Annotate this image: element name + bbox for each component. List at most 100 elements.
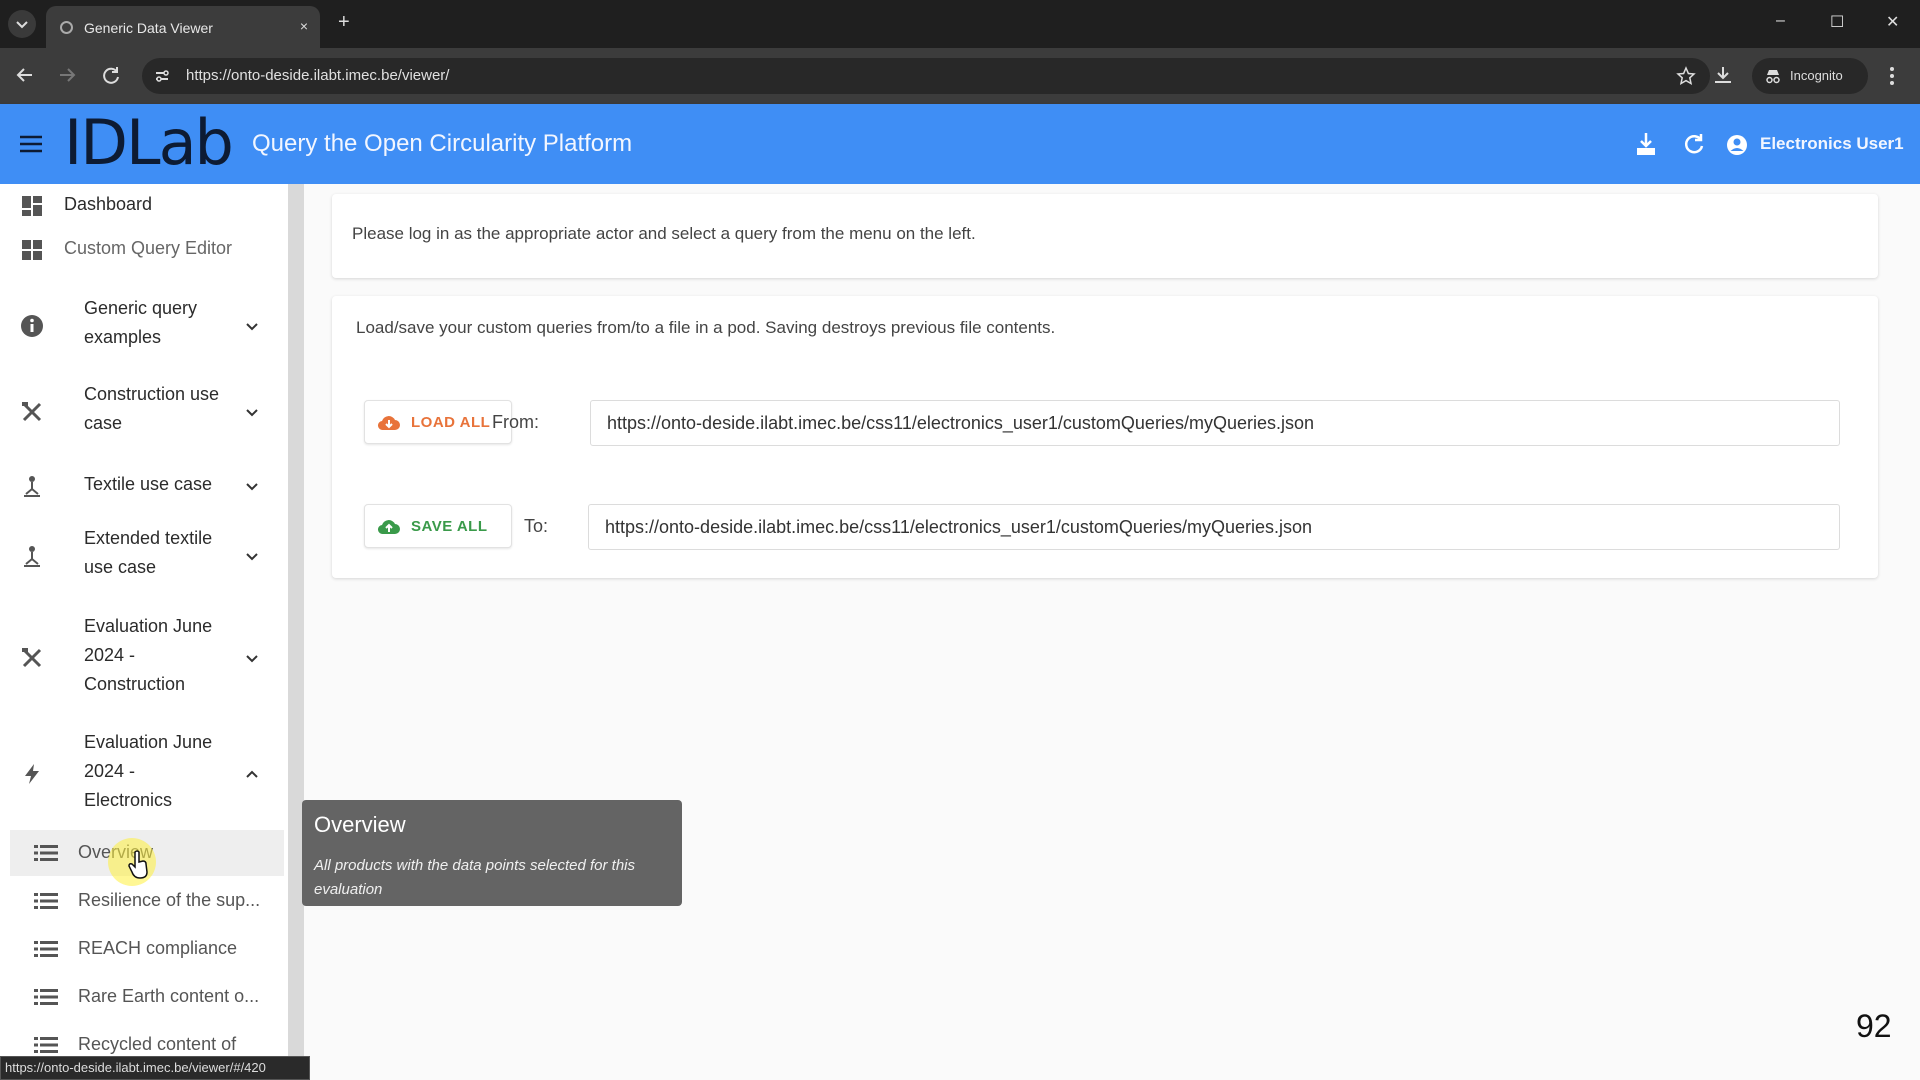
minimize-button[interactable]: –	[1776, 12, 1785, 30]
url-text[interactable]: https://onto-deside.ilabt.imec.be/viewer…	[186, 67, 449, 84]
user-name[interactable]: Electronics User1	[1760, 134, 1904, 154]
save-all-label: SAVE ALL	[411, 518, 488, 535]
sidebar-item-dashboard[interactable]: Dashboard	[0, 184, 288, 228]
sidebar-subitem-label: Rare Earth content o...	[78, 986, 260, 1006]
sidebar-item-label: Evaluation June 2024 - Construction	[84, 616, 213, 694]
list-icon	[34, 1037, 58, 1053]
sidebar-subitem-resilience[interactable]: Resilience of the sup...	[10, 878, 284, 924]
hand-cursor-icon	[128, 850, 148, 879]
tab-close-icon[interactable]: ×	[300, 18, 308, 34]
sidebar-item-textile-use-case[interactable]: Textile use case	[0, 464, 288, 508]
person-icon	[24, 476, 40, 497]
from-url-input[interactable]	[591, 401, 1839, 445]
hamburger-menu-icon[interactable]	[18, 132, 44, 156]
sidebar-item-evaluation-construction[interactable]: Evaluation June 2024 - Construction	[0, 608, 288, 708]
tooltip-title: Overview	[314, 812, 406, 837]
load-save-message: Load/save your custom queries from/to a …	[356, 318, 1056, 337]
sidebar-item-label: Evaluation June 2024 - Electronics	[84, 732, 213, 810]
new-tab-button[interactable]: +	[338, 12, 350, 32]
sidebar: Dashboard Custom Query Editor Generic qu…	[0, 184, 288, 1080]
load-all-button[interactable]: LOAD ALL	[364, 400, 512, 444]
to-url-input[interactable]	[589, 505, 1839, 549]
incognito-badge[interactable]: Incognito	[1752, 58, 1868, 94]
sidebar-item-evaluation-electronics[interactable]: Evaluation June 2024 - Electronics	[0, 724, 288, 824]
tooltip-description: All products with the data points select…	[314, 857, 636, 898]
tab-search-button[interactable]	[8, 10, 36, 38]
sidebar-scrollbar[interactable]	[288, 184, 304, 1080]
bookmark-star-icon[interactable]	[1676, 66, 1696, 86]
chevron-down-icon[interactable]	[242, 402, 262, 422]
browser-status-bar: https://onto-deside.ilabt.imec.be/viewer…	[0, 1056, 310, 1080]
chevron-up-icon[interactable]	[242, 764, 262, 784]
info-icon	[21, 315, 43, 337]
to-url-field[interactable]	[588, 504, 1840, 550]
address-bar[interactable]: https://onto-deside.ilabt.imec.be/viewer…	[142, 58, 1710, 94]
idlab-logo: IDLab	[64, 106, 234, 179]
cloud-download-icon	[377, 416, 400, 431]
app-header: IDLab Query the Open Circularity Platfor…	[0, 104, 1920, 184]
bolt-icon	[25, 764, 39, 784]
incognito-label: Incognito	[1790, 68, 1843, 83]
person-icon	[24, 546, 40, 567]
sidebar-subitem-label: REACH compliance	[78, 938, 238, 958]
chevron-down-icon[interactable]	[242, 546, 262, 566]
tools-icon	[22, 648, 42, 668]
refresh-icon[interactable]	[1680, 130, 1708, 158]
sidebar-subitem-label: Recycled content of	[78, 1034, 237, 1054]
sidebar-subitem-reach-compliance[interactable]: REACH compliance	[10, 926, 284, 972]
chevron-down-icon	[16, 21, 28, 29]
browser-tab-bar: Generic Data Viewer × + – ☐ ✕	[0, 0, 1920, 48]
forward-icon[interactable]	[56, 64, 78, 86]
account-icon[interactable]	[1726, 134, 1748, 156]
app-title: Query the Open Circularity Platform	[252, 130, 633, 157]
download-icon[interactable]	[1632, 130, 1660, 158]
incognito-icon	[1766, 70, 1780, 84]
sidebar-item-custom-query-editor[interactable]: Custom Query Editor	[0, 228, 288, 272]
maximize-button[interactable]: ☐	[1830, 12, 1844, 32]
chevron-down-icon[interactable]	[242, 316, 262, 336]
sidebar-item-generic-query-examples[interactable]: Generic query examples	[0, 290, 288, 362]
browser-toolbar: https://onto-deside.ilabt.imec.be/viewer…	[0, 48, 1920, 104]
back-icon[interactable]	[14, 64, 36, 86]
sidebar-item-label: Construction use case	[84, 384, 220, 433]
sidebar-item-construction-use-case[interactable]: Construction use case	[0, 376, 288, 448]
cloud-upload-icon	[377, 520, 400, 535]
tools-icon	[22, 402, 42, 422]
status-url: https://onto-deside.ilabt.imec.be/viewer…	[5, 1060, 266, 1075]
sidebar-item-label: Dashboard	[64, 194, 153, 214]
more-options-icon[interactable]	[1888, 64, 1896, 88]
sidebar-item-label: Textile use case	[84, 474, 213, 494]
dashboard-icon	[22, 196, 42, 216]
sidebar-item-label: Extended textile use case	[84, 528, 213, 577]
list-icon	[34, 941, 58, 957]
sidebar-item-extended-textile-use-case[interactable]: Extended textile use case	[0, 520, 288, 592]
site-info-icon[interactable]	[154, 68, 170, 84]
sidebar-subitem-label: Resilience of the sup...	[78, 890, 261, 910]
reload-icon[interactable]	[100, 64, 122, 86]
sidebar-subitem-rare-earth[interactable]: Rare Earth content o...	[10, 974, 284, 1020]
load-save-card: Load/save your custom queries from/to a …	[332, 296, 1878, 578]
save-all-button[interactable]: SAVE ALL	[364, 504, 512, 548]
chevron-down-icon[interactable]	[242, 648, 262, 668]
close-window-button[interactable]: ✕	[1886, 12, 1899, 32]
overview-tooltip: Overview All products with the data poin…	[302, 800, 682, 906]
list-icon	[34, 989, 58, 1005]
from-label: From:	[492, 412, 539, 432]
tab-title: Generic Data Viewer	[84, 20, 213, 36]
dashboard-icon	[22, 240, 42, 260]
globe-icon	[60, 21, 73, 34]
sidebar-item-label: Generic query examples	[84, 298, 198, 347]
login-message: Please log in as the appropriate actor a…	[352, 224, 976, 243]
sidebar-item-label: Custom Query Editor	[64, 238, 233, 258]
list-icon	[34, 893, 58, 909]
login-message-card: Please log in as the appropriate actor a…	[332, 194, 1878, 278]
page-number: 92	[1856, 1008, 1892, 1044]
from-url-field[interactable]	[590, 400, 1840, 446]
browser-tab[interactable]: Generic Data Viewer ×	[46, 6, 320, 48]
list-icon	[34, 845, 58, 861]
main-content: Please log in as the appropriate actor a…	[304, 184, 1920, 1080]
to-label: To:	[524, 516, 549, 536]
download-icon[interactable]	[1712, 64, 1734, 86]
chevron-down-icon[interactable]	[242, 476, 262, 496]
load-all-label: LOAD ALL	[411, 414, 491, 431]
